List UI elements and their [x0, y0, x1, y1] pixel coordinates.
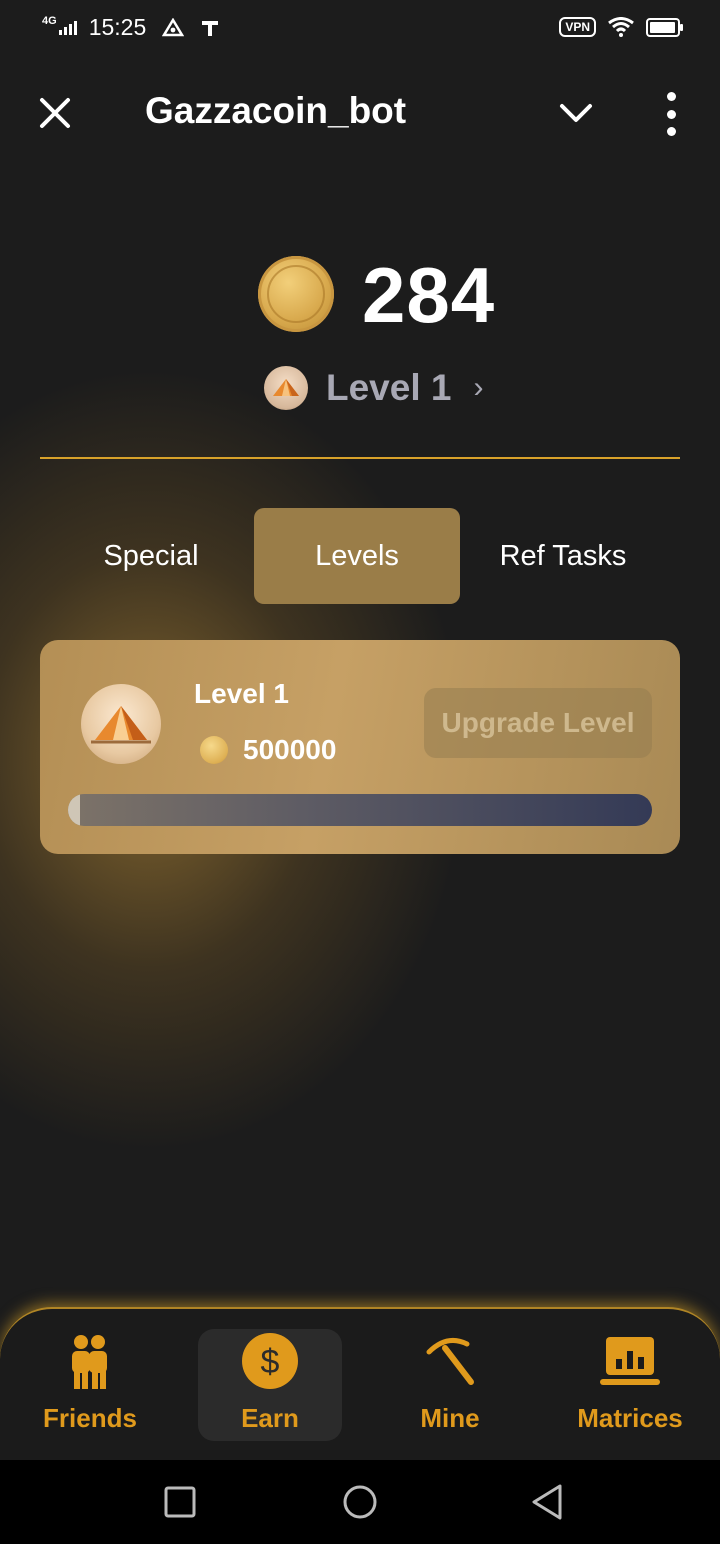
nav-matrices-label: Matrices — [577, 1403, 683, 1433]
chart-laptop-icon — [600, 1337, 660, 1385]
nav-friends-label: Friends — [43, 1403, 137, 1433]
nav-earn[interactable]: $ Earn — [198, 1329, 342, 1441]
coin-icon — [200, 736, 228, 764]
collapse-button[interactable] — [556, 96, 596, 132]
tab-bar: Special Levels Ref Tasks — [48, 508, 672, 604]
circle-icon — [343, 1485, 377, 1519]
level-label: Level 1 — [326, 367, 452, 408]
upgrade-level-button[interactable]: Upgrade Level — [424, 688, 652, 758]
nav-mine[interactable]: Mine — [378, 1329, 522, 1441]
network-type: 4G — [42, 14, 57, 27]
close-button[interactable] — [34, 92, 76, 134]
tab-special[interactable]: Special — [48, 508, 254, 604]
more-vertical-icon — [666, 92, 676, 101]
app-screen: 4G 15:25 VPN Gazzacoin_bot 284 Level 1 ›… — [0, 0, 720, 1544]
balance-display: 284 — [0, 250, 720, 340]
recents-button[interactable] — [160, 1482, 200, 1522]
home-button[interactable] — [340, 1482, 380, 1522]
card-level-title: Level 1 — [194, 678, 289, 709]
svg-text:$: $ — [261, 1343, 280, 1381]
coin-icon — [258, 256, 334, 332]
progress-fill — [68, 794, 80, 826]
divider — [40, 457, 680, 459]
nav-friends[interactable]: Friends — [18, 1329, 162, 1441]
dollar-coin-icon: $ — [242, 1333, 298, 1389]
nav-earn-label: Earn — [241, 1403, 299, 1433]
tent-icon — [81, 684, 161, 764]
nav-mine-label: Mine — [420, 1403, 480, 1433]
more-options-button[interactable] — [656, 92, 686, 136]
carrier-t-icon — [202, 20, 219, 36]
signal-icon — [58, 20, 77, 35]
close-icon — [40, 98, 70, 128]
square-icon — [164, 1486, 196, 1518]
vpn-badge: VPN — [559, 17, 596, 37]
bottom-nav: Friends $ Earn Mine Matrices — [0, 1307, 720, 1462]
balance-value: 284 — [362, 251, 496, 339]
battery-icon — [646, 17, 683, 37]
clock: 15:25 — [88, 14, 147, 40]
status-right: VPN — [559, 17, 683, 37]
chevron-right-icon: › — [473, 371, 484, 404]
system-nav-bar — [0, 1460, 720, 1544]
nav-matrices[interactable]: Matrices — [558, 1329, 702, 1441]
back-button[interactable] — [528, 1482, 568, 1522]
level-progress-bar — [68, 794, 652, 826]
level-card: Level 1 500000 Upgrade Level — [40, 640, 680, 854]
tent-avatar-icon — [264, 366, 308, 410]
data-saver-icon — [162, 17, 185, 36]
app-title: Gazzacoin_bot — [145, 90, 407, 131]
level-link[interactable]: Level 1 › — [264, 364, 483, 412]
chevron-down-icon — [560, 104, 592, 122]
tab-ref-tasks[interactable]: Ref Tasks — [460, 508, 666, 604]
status-bar: 4G 15:25 VPN — [0, 0, 720, 58]
status-left: 4G 15:25 — [42, 14, 220, 41]
wifi-icon — [608, 17, 634, 37]
level-price: 500000 — [243, 734, 337, 765]
pickaxe-icon — [426, 1337, 474, 1385]
tab-levels[interactable]: Levels — [254, 508, 460, 604]
triangle-back-icon — [532, 1484, 562, 1520]
app-header: Gazzacoin_bot — [0, 70, 720, 154]
friends-icon — [72, 1335, 107, 1389]
